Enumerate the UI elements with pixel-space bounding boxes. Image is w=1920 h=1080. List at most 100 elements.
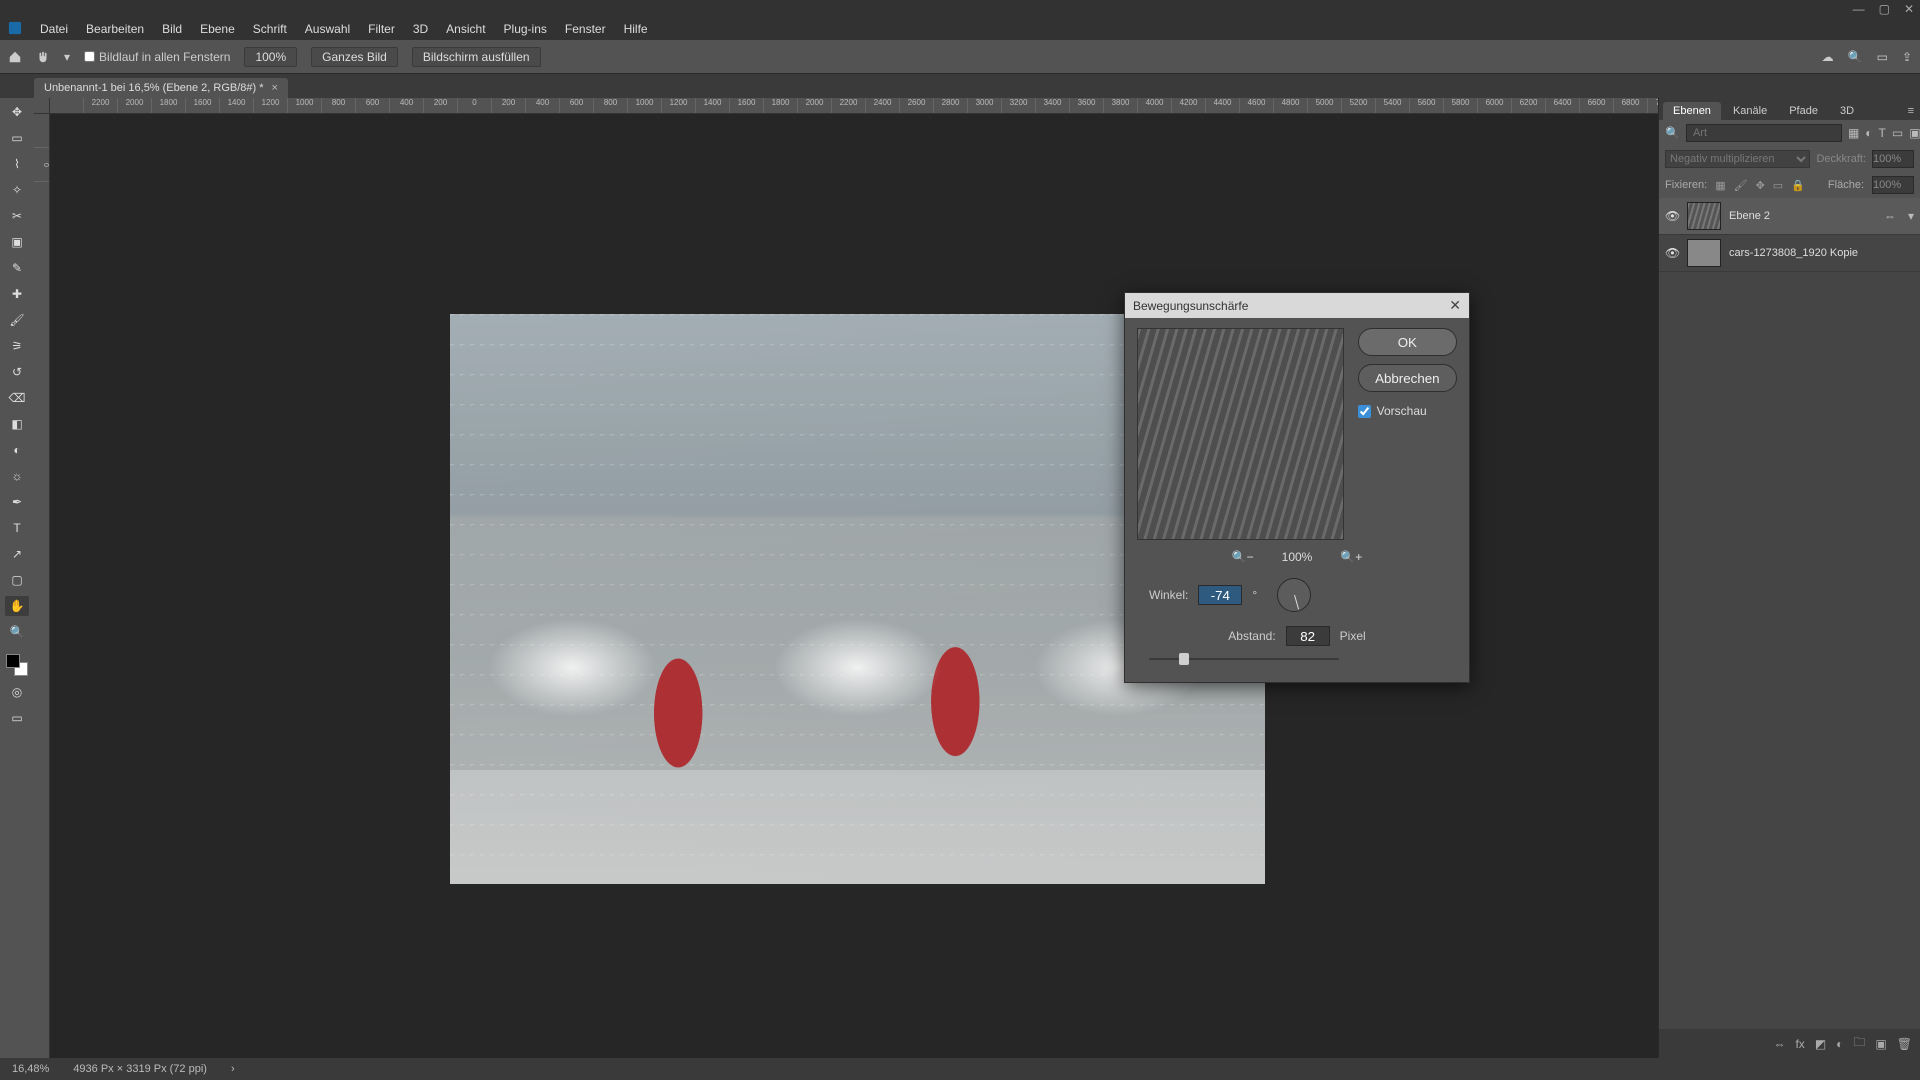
marquee-tool-icon[interactable]: ▭ — [5, 128, 29, 148]
distance-slider[interactable] — [1149, 652, 1339, 666]
lock-pixels-icon[interactable]: ▦ — [1715, 179, 1725, 192]
zoom-value[interactable]: 100% — [244, 47, 297, 67]
fill-screen-button[interactable]: Bildschirm ausfüllen — [412, 47, 541, 67]
menu-3d[interactable]: 3D — [413, 22, 428, 36]
menu-schrift[interactable]: Schrift — [253, 22, 287, 36]
filter-adjust-icon[interactable]: ◐ — [1865, 126, 1872, 140]
cloud-sync-icon[interactable]: ☁ — [1822, 45, 1834, 69]
lock-all-icon[interactable]: 🔒 — [1791, 179, 1805, 192]
preview-check[interactable] — [1358, 405, 1371, 418]
dialog-titlebar[interactable]: Bewegungsunschärfe ✕ — [1125, 293, 1469, 318]
dodge-tool-icon[interactable]: ☼ — [5, 466, 29, 486]
new-group-icon[interactable]: 🗀 — [1853, 1033, 1865, 1054]
crop-tool-icon[interactable]: ✂ — [5, 206, 29, 226]
foreground-color-swatch[interactable] — [6, 654, 20, 668]
scroll-all-windows-check[interactable] — [84, 51, 95, 62]
move-tool-icon[interactable]: ✥ — [5, 102, 29, 122]
lock-artboard-icon[interactable]: ▭ — [1773, 179, 1783, 192]
share-icon[interactable]: ⇪ — [1902, 45, 1912, 69]
layer-fx-icon[interactable]: fx — [1795, 1037, 1804, 1051]
blur-tool-icon[interactable]: ◐ — [5, 440, 29, 460]
layer-thumbnail[interactable] — [1687, 239, 1721, 267]
menu-fenster[interactable]: Fenster — [565, 22, 606, 36]
home-icon[interactable] — [8, 45, 22, 69]
fill-input[interactable] — [1872, 176, 1914, 194]
fit-whole-button[interactable]: Ganzes Bild — [311, 47, 398, 67]
tab-kanaele[interactable]: Kanäle — [1723, 102, 1777, 120]
maximize-icon[interactable]: ▢ — [1879, 2, 1890, 16]
lock-position-icon[interactable]: ✥ — [1756, 179, 1765, 192]
chevron-down-icon[interactable]: ▾ — [64, 45, 70, 69]
screenmode-icon[interactable]: ▭ — [5, 708, 29, 728]
history-brush-tool-icon[interactable]: ↺ — [5, 362, 29, 382]
blend-mode-select[interactable]: Negativ multiplizieren — [1665, 150, 1810, 168]
eyedropper-tool-icon[interactable]: ✎ — [5, 258, 29, 278]
healing-tool-icon[interactable]: ✚ — [5, 284, 29, 304]
lasso-tool-icon[interactable]: ⌇ — [5, 154, 29, 174]
menu-bearbeiten[interactable]: Bearbeiten — [86, 22, 144, 36]
menu-plugins[interactable]: Plug-ins — [504, 22, 547, 36]
layer-row[interactable]: 👁 cars-1273808_1920 Kopie — [1659, 235, 1920, 272]
status-chevron-icon[interactable]: › — [231, 1063, 235, 1075]
close-tab-icon[interactable]: × — [272, 82, 278, 94]
hand-tool-icon[interactable] — [36, 45, 50, 69]
hand-tool-icon[interactable]: ✋ — [5, 596, 29, 616]
menu-ansicht[interactable]: Ansicht — [446, 22, 485, 36]
close-window-icon[interactable]: ✕ — [1904, 2, 1914, 16]
layer-mask-icon[interactable]: ◩ — [1815, 1037, 1826, 1051]
document-tab[interactable]: Unbenannt-1 bei 16,5% (Ebene 2, RGB/8#) … — [34, 78, 288, 98]
layer-name[interactable]: cars-1273808_1920 Kopie — [1729, 247, 1858, 259]
layer-visibility-icon[interactable]: 👁 — [1665, 246, 1679, 260]
tab-3d[interactable]: 3D — [1830, 102, 1864, 120]
scroll-all-windows-checkbox[interactable]: Bildlauf in allen Fenstern — [84, 50, 230, 64]
menu-hilfe[interactable]: Hilfe — [624, 22, 648, 36]
menu-datei[interactable]: Datei — [40, 22, 68, 36]
canvas-area[interactable]: 2200200018001600140012001000800600400200… — [34, 98, 1658, 1058]
dialog-close-icon[interactable]: ✕ — [1449, 297, 1461, 314]
angle-dial[interactable] — [1277, 578, 1311, 612]
menu-ebene[interactable]: Ebene — [200, 22, 235, 36]
filter-shape-icon[interactable]: ▭ — [1892, 126, 1903, 140]
shape-tool-icon[interactable]: ▢ — [5, 570, 29, 590]
tab-ebenen[interactable]: Ebenen — [1663, 102, 1721, 120]
slider-thumb[interactable] — [1179, 653, 1189, 665]
brush-tool-icon[interactable]: 🖌 — [5, 310, 29, 330]
menu-auswahl[interactable]: Auswahl — [305, 22, 350, 36]
menu-filter[interactable]: Filter — [368, 22, 395, 36]
filter-type-icon[interactable]: T — [1879, 126, 1886, 140]
quickmask-icon[interactable]: ◎ — [5, 682, 29, 702]
app-logo-icon[interactable] — [8, 21, 22, 38]
link-layers-icon[interactable]: ⇔ — [1773, 1037, 1785, 1051]
cancel-button[interactable]: Abbrechen — [1358, 364, 1457, 392]
layer-visibility-icon[interactable]: 👁 — [1665, 209, 1679, 223]
tab-pfade[interactable]: Pfade — [1779, 102, 1828, 120]
layer-link-icon[interactable]: ⇔ — [1884, 209, 1896, 223]
zoom-in-icon[interactable]: 🔍+ — [1340, 550, 1362, 564]
menu-bild[interactable]: Bild — [162, 22, 182, 36]
zoom-out-icon[interactable]: 🔍− — [1232, 550, 1254, 564]
opacity-input[interactable] — [1872, 150, 1914, 168]
preview-checkbox[interactable]: Vorschau — [1358, 404, 1457, 418]
new-layer-icon[interactable]: ▣ — [1875, 1037, 1886, 1051]
search-icon[interactable]: 🔍 — [1665, 126, 1680, 140]
workspace-icon[interactable]: ▭ — [1877, 45, 1888, 69]
minimize-icon[interactable]: — — [1853, 2, 1865, 16]
distance-input[interactable] — [1286, 626, 1330, 646]
angle-input[interactable] — [1198, 585, 1242, 605]
delete-layer-icon[interactable]: 🗑 — [1897, 1037, 1912, 1051]
gradient-tool-icon[interactable]: ◧ — [5, 414, 29, 434]
frame-tool-icon[interactable]: ▣ — [5, 232, 29, 252]
layer-filter-input[interactable] — [1686, 124, 1842, 142]
chevron-down-icon[interactable]: ▾ — [1908, 209, 1914, 223]
eraser-tool-icon[interactable]: ⌫ — [5, 388, 29, 408]
layer-name[interactable]: Ebene 2 — [1729, 210, 1770, 222]
search-icon[interactable]: 🔍 — [1848, 45, 1863, 69]
stamp-tool-icon[interactable]: ⚞ — [5, 336, 29, 356]
lock-brush-icon[interactable]: 🖌 — [1734, 179, 1748, 192]
path-select-tool-icon[interactable]: ↗ — [5, 544, 29, 564]
magic-wand-tool-icon[interactable]: ✧ — [5, 180, 29, 200]
dialog-preview[interactable] — [1137, 328, 1344, 540]
ok-button[interactable]: OK — [1358, 328, 1457, 356]
zoom-tool-icon[interactable]: 🔍 — [5, 622, 29, 642]
color-swatches[interactable] — [6, 654, 28, 676]
